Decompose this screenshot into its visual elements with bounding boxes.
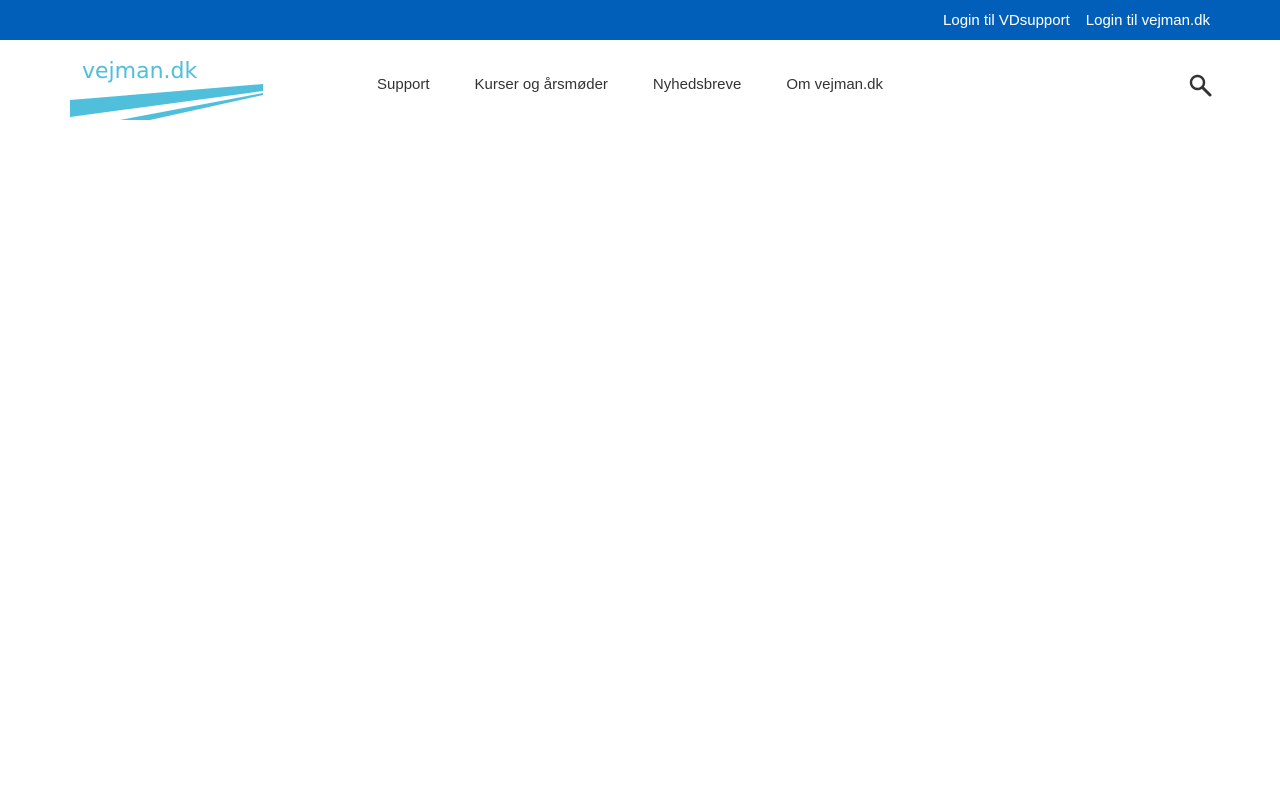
login-vejman-link[interactable]: Login til vejman.dk (1086, 12, 1210, 29)
logo[interactable]: vejman.dk (70, 56, 265, 125)
nav-kurser[interactable]: Kurser og årsmøder (475, 76, 608, 93)
top-bar: Login til VDsupport Login til vejman.dk (0, 0, 1280, 40)
svg-text:vejman.dk: vejman.dk (82, 59, 197, 84)
header: vejman.dk Support Kurser og årsmøder Nyh… (0, 40, 1280, 130)
nav-om[interactable]: Om vejman.dk (786, 76, 883, 93)
nav-nyhedsbreve[interactable]: Nyhedsbreve (653, 76, 741, 93)
search-icon[interactable] (1188, 73, 1212, 102)
main-nav: Support Kurser og årsmøder Nyhedsbreve O… (377, 76, 883, 93)
nav-support[interactable]: Support (377, 76, 430, 93)
login-vdsupport-link[interactable]: Login til VDsupport (943, 12, 1070, 29)
